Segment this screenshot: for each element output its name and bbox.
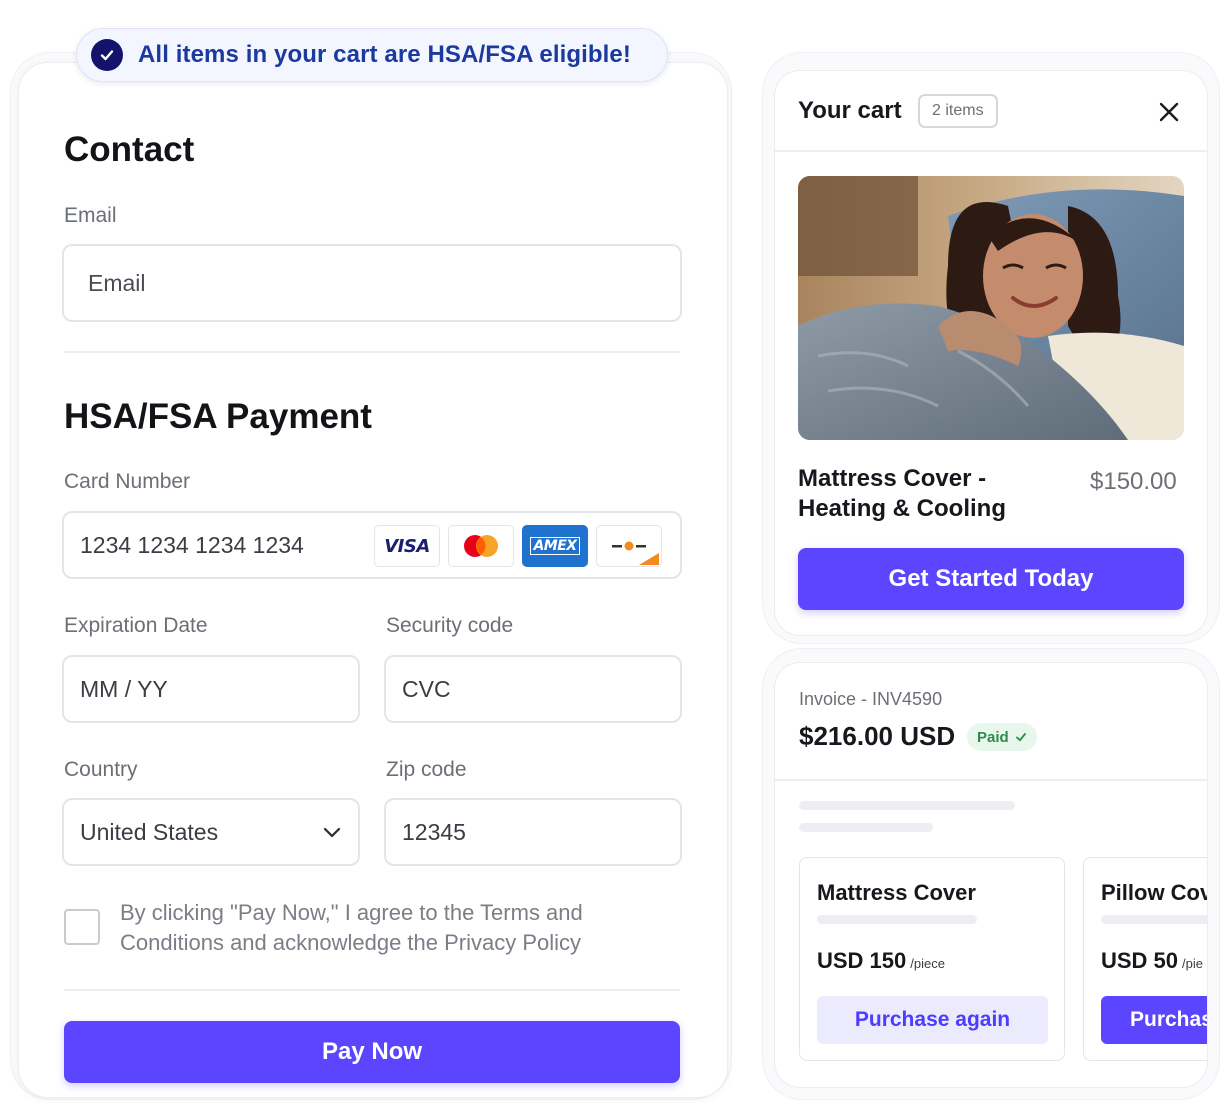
- discover-icon: [596, 525, 662, 567]
- security-code-label: Security code: [386, 614, 514, 637]
- invoice-item-card: Pillow Cov USD 50/pie Purchase: [1083, 857, 1208, 1061]
- zip-label: Zip code: [386, 758, 467, 781]
- security-code-placeholder: CVC: [402, 675, 451, 702]
- product-image: [798, 176, 1184, 440]
- email-label: Email: [64, 204, 117, 227]
- item-name: Mattress Cover: [817, 880, 976, 905]
- card-number-placeholder: 1234 1234 1234 1234: [80, 531, 304, 558]
- email-placeholder: Email: [88, 269, 146, 296]
- product-name: Mattress Cover - Heating & Cooling: [798, 465, 1006, 522]
- pay-now-button[interactable]: Pay Now: [64, 1021, 680, 1083]
- terms-checkbox[interactable]: [64, 909, 100, 945]
- payment-heading: HSA/FSA Payment: [64, 397, 372, 436]
- invoice-number: Invoice - INV4590: [799, 689, 943, 709]
- paid-status-badge: Paid: [967, 723, 1037, 751]
- invoice-divider: [775, 779, 1207, 781]
- expiration-placeholder: MM / YY: [80, 675, 168, 702]
- card-number-input[interactable]: 1234 1234 1234 1234 VISA AMEX: [62, 511, 682, 579]
- terms-text: By clicking "Pay Now," I agree to the Te…: [120, 900, 583, 955]
- card-number-label: Card Number: [64, 470, 191, 493]
- banner-text: All items in your cart are HSA/FSA eligi…: [138, 41, 631, 68]
- item-name: Pillow Cov: [1101, 880, 1208, 905]
- email-input[interactable]: Email: [62, 244, 682, 322]
- contact-heading: Contact: [64, 130, 195, 169]
- skeleton-line: [817, 915, 977, 924]
- invoice-amount: $216.00 USD: [799, 721, 956, 751]
- check-circle-icon: [91, 39, 123, 71]
- close-icon[interactable]: [1157, 100, 1181, 124]
- cart-title: Your cart: [798, 97, 902, 124]
- cart-count-badge: 2 items: [918, 94, 998, 128]
- amex-icon: AMEX: [522, 525, 588, 567]
- zip-value: 12345: [402, 818, 466, 845]
- visa-icon: VISA: [374, 525, 440, 567]
- skeleton-line: [799, 801, 1015, 810]
- zip-input[interactable]: 12345: [384, 798, 682, 866]
- item-price: USD 150/piece: [817, 948, 945, 973]
- product-price: $150.00: [1090, 468, 1177, 495]
- section-divider: [64, 989, 680, 991]
- skeleton-line: [799, 823, 933, 832]
- expiration-label: Expiration Date: [64, 614, 208, 637]
- country-select[interactable]: United States: [62, 798, 360, 866]
- expiration-input[interactable]: MM / YY: [62, 655, 360, 723]
- purchase-again-button[interactable]: Purchase again: [817, 996, 1048, 1044]
- check-icon: [1015, 733, 1026, 742]
- cart-divider: [774, 150, 1208, 152]
- get-started-button[interactable]: Get Started Today: [798, 548, 1184, 610]
- section-divider: [64, 351, 680, 353]
- purchase-button[interactable]: Purchase: [1101, 996, 1207, 1044]
- skeleton-line: [1101, 915, 1207, 924]
- invoice-card: Invoice - INV4590 $216.00 USD Paid Mattr…: [774, 662, 1208, 1088]
- paid-status-text: Paid: [977, 728, 1009, 746]
- invoice-item-card: Mattress Cover USD 150/piece Purchase ag…: [799, 857, 1065, 1061]
- item-price: USD 50/pie: [1101, 948, 1204, 973]
- hsa-eligible-banner: All items in your cart are HSA/FSA eligi…: [76, 28, 668, 82]
- chevron-down-icon: [323, 827, 341, 838]
- security-code-input[interactable]: CVC: [384, 655, 682, 723]
- card-brands: VISA AMEX: [374, 525, 662, 567]
- mastercard-icon: [448, 525, 514, 567]
- country-label: Country: [64, 758, 138, 781]
- item-unit: /pie: [1182, 956, 1204, 971]
- country-value: United States: [80, 818, 219, 845]
- item-unit: /piece: [910, 956, 945, 971]
